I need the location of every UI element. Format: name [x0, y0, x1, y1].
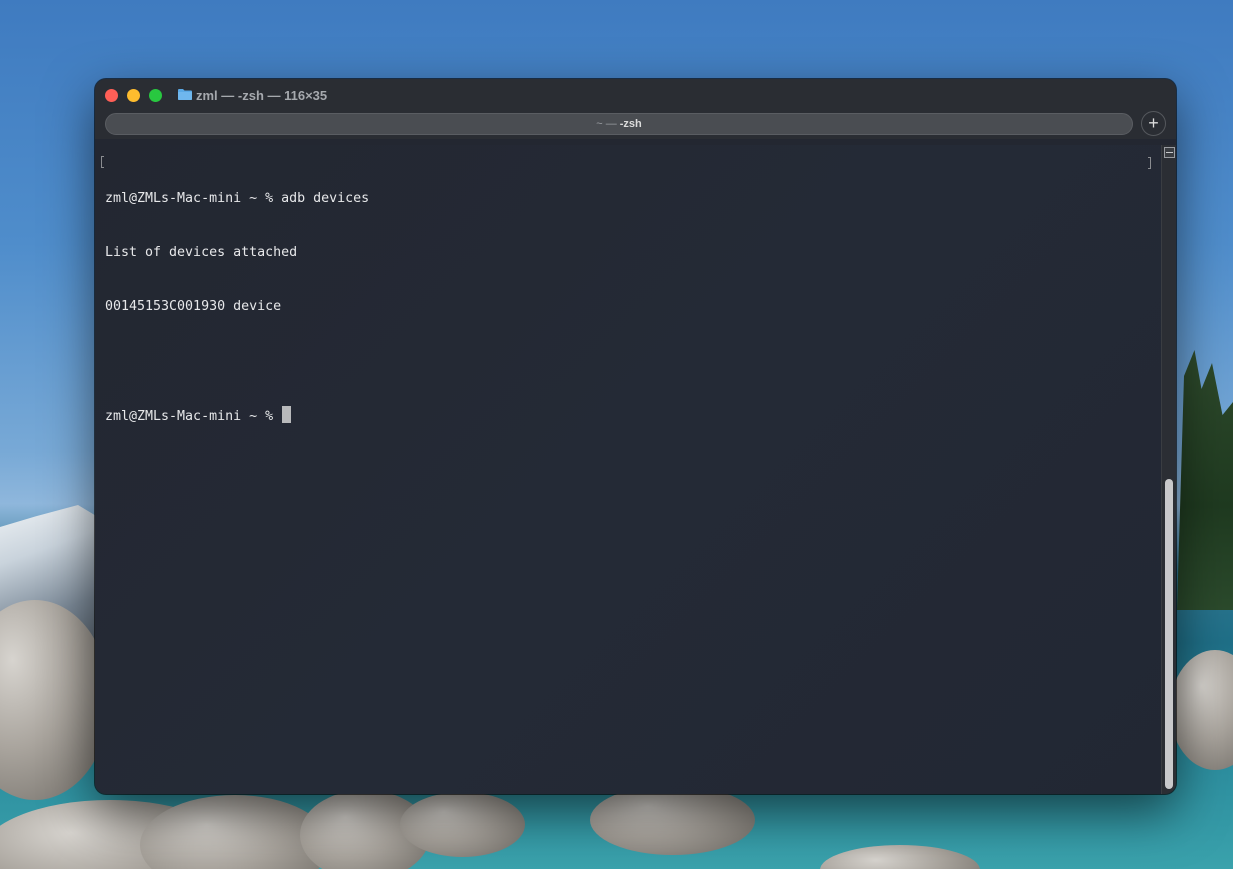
terminal-window: zml — -zsh — 116×35 ~ — -zsh + zml@ZMLs-…	[95, 79, 1176, 794]
terminal-output: zml@ZMLs-Mac-mini ~ % adb devices List o…	[105, 154, 369, 460]
terminal-prompt: zml@ZMLs-Mac-mini ~ %	[105, 409, 282, 424]
desktop-background: zml — -zsh — 116×35 ~ — -zsh + zml@ZMLs-…	[0, 0, 1233, 869]
new-tab-button[interactable]: +	[1141, 111, 1166, 136]
terminal-line: zml@ZMLs-Mac-mini ~ % adb devices	[105, 191, 370, 206]
split-pane-icon[interactable]	[1164, 147, 1175, 158]
terminal-line: List of devices attached	[105, 245, 298, 260]
wallpaper-rock	[590, 785, 755, 855]
terminal-prompt-line: zml@ZMLs-Mac-mini ~ %	[105, 406, 369, 424]
terminal-line: 00145153C001930 device	[105, 299, 282, 314]
wallpaper-rock	[820, 845, 980, 869]
mark-bracket-left	[101, 156, 104, 168]
terminal-content[interactable]: zml@ZMLs-Mac-mini ~ % adb devices List o…	[95, 145, 1161, 794]
minimize-icon[interactable]	[127, 89, 140, 102]
wallpaper-rock	[400, 792, 525, 857]
text-cursor	[282, 406, 292, 423]
zoom-icon[interactable]	[149, 89, 162, 102]
folder-icon	[178, 89, 192, 100]
window-title: zml — -zsh — 116×35	[196, 88, 328, 103]
wallpaper-rock	[1170, 650, 1233, 770]
mark-bracket-right	[1148, 157, 1151, 169]
tab-label: -zsh	[619, 118, 642, 130]
scrollbar-thumb[interactable]	[1165, 479, 1173, 789]
title-bar[interactable]: zml — -zsh — 116×35	[95, 79, 1176, 113]
close-icon[interactable]	[105, 89, 118, 102]
tab-zsh[interactable]: ~ — -zsh	[105, 113, 1133, 135]
tab-prefix: ~ —	[596, 118, 620, 130]
scrollbar[interactable]	[1161, 145, 1176, 794]
tab-bar: ~ — -zsh +	[95, 111, 1176, 139]
